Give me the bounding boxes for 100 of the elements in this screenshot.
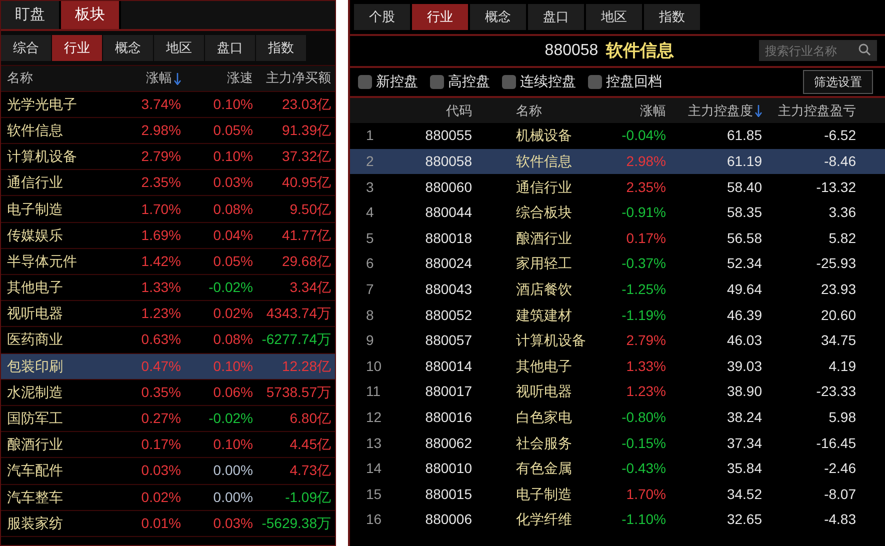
sector-code: 880058 — [544, 40, 598, 60]
sector-name: 电子制造 — [515, 484, 573, 504]
checkbox-label[interactable]: 控盘回档 — [606, 71, 662, 92]
change-value: -0.04% — [620, 126, 666, 146]
checkbox[interactable] — [430, 74, 444, 88]
sector-name: 视听电器 — [515, 382, 573, 402]
category-tab[interactable]: 综合 — [1, 35, 51, 60]
control-profit: -4.83 — [823, 510, 856, 530]
change-value: 0.17% — [625, 228, 666, 248]
sector-name: 计算机设备 — [6, 147, 78, 166]
checkbox-label[interactable]: 新控盘 — [376, 71, 418, 92]
selected-row-highlight[interactable]: 2 880058 软件信息 2.98% 61.19 -8.46 — [350, 148, 885, 174]
control-profit: 34.75 — [820, 331, 856, 350]
control-profit: 5.98 — [828, 408, 856, 427]
change-value: 2.79% — [140, 147, 181, 166]
stock-code: 880058 — [424, 152, 472, 171]
control-degree: 58.40 — [726, 178, 762, 197]
panel-tab[interactable]: 板块 — [61, 1, 121, 29]
rank-number: 11 — [365, 382, 382, 402]
rank-number: 4 — [365, 203, 375, 222]
panel-tab[interactable]: 盯盘 — [1, 1, 61, 29]
change-value: 0.63% — [140, 330, 181, 350]
change-value: -1.25% — [620, 280, 666, 299]
speed-value: 0.04% — [212, 226, 253, 245]
change-value: -0.80% — [620, 408, 666, 427]
change-value: 0.47% — [140, 356, 181, 376]
checkbox[interactable] — [358, 74, 372, 88]
sector-name: 社会服务 — [515, 434, 573, 453]
checkbox[interactable] — [502, 74, 516, 88]
sort-down-icon — [755, 105, 762, 118]
category-tab[interactable]: 概念 — [103, 35, 153, 60]
search-field[interactable]: 搜索行业名称 — [759, 40, 877, 61]
net-buy-value: 40.95亿 — [280, 173, 332, 192]
category-tab[interactable]: 地区 — [154, 35, 204, 60]
sector-name: 服装家纺 — [6, 514, 64, 533]
speed-value: 0.02% — [212, 304, 253, 324]
column-header[interactable]: 主力控盘盈亏 — [762, 100, 856, 120]
speed-value: 0.05% — [212, 120, 253, 140]
rank-number: 14 — [365, 459, 383, 478]
stock-code: 880057 — [424, 331, 472, 350]
checkbox[interactable] — [588, 74, 602, 88]
column-header[interactable]: 代码 — [400, 100, 472, 120]
control-degree: 56.58 — [726, 228, 762, 248]
change-value: -0.15% — [620, 434, 666, 453]
control-degree: 39.03 — [726, 356, 762, 376]
speed-value: 0.08% — [212, 330, 253, 350]
checkbox-label[interactable]: 高控盘 — [448, 71, 490, 92]
control-degree: 35.84 — [726, 459, 762, 478]
sector-name: 酿酒行业 — [6, 435, 64, 454]
change-value: 2.35% — [140, 173, 181, 192]
column-header[interactable]: 名称 — [472, 100, 600, 120]
column-header[interactable]: 涨幅 — [113, 68, 181, 88]
change-value: 1.33% — [625, 356, 666, 376]
rank-number: 1 — [365, 126, 375, 146]
control-degree: 61.85 — [726, 126, 762, 146]
selected-row-highlight[interactable]: 包装印刷 0.47% 0.10% 12.28亿 — [1, 354, 335, 380]
column-header[interactable]: 涨幅 — [600, 100, 666, 120]
sector-title: 软件信息 — [606, 40, 674, 62]
column-header[interactable]: 涨速 — [181, 68, 253, 88]
stock-code: 880062 — [424, 434, 472, 453]
speed-value: 0.10% — [212, 94, 253, 114]
speed-value: 0.08% — [212, 200, 253, 219]
category-tab[interactable]: 地区 — [586, 4, 642, 30]
sector-name: 家用轻工 — [515, 254, 573, 274]
category-tab[interactable]: 指数 — [644, 4, 700, 30]
control-profit: 5.82 — [828, 228, 856, 248]
sector-name: 计算机设备 — [515, 331, 587, 350]
category-tab[interactable]: 个股 — [354, 4, 410, 30]
net-buy-value: 37.32亿 — [280, 147, 332, 166]
category-tab[interactable]: 行业 — [52, 35, 102, 60]
net-buy-value: 41.77亿 — [280, 226, 332, 245]
control-degree: 46.39 — [726, 306, 762, 325]
category-tab[interactable]: 指数 — [256, 35, 306, 60]
change-value: 1.23% — [140, 304, 181, 324]
category-tab[interactable]: 盘口 — [528, 4, 584, 30]
speed-value: 0.03% — [212, 173, 253, 192]
net-buy-value: 9.50亿 — [288, 200, 332, 219]
column-header[interactable]: 主力控盘度 — [666, 100, 762, 120]
control-profit: -6.52 — [823, 126, 856, 146]
stock-code: 880024 — [424, 254, 472, 274]
control-profit: 4.19 — [828, 356, 856, 376]
category-tab[interactable]: 概念 — [470, 4, 526, 30]
net-buy-value: 4343.74万 — [265, 304, 332, 324]
category-tab[interactable]: 行业 — [412, 4, 468, 30]
category-tab[interactable]: 盘口 — [205, 35, 255, 60]
sector-name: 包装印刷 — [6, 356, 64, 376]
control-degree: 34.52 — [726, 484, 762, 504]
sector-name: 传媒娱乐 — [6, 226, 64, 245]
change-value: 1.70% — [625, 484, 666, 504]
column-header[interactable]: 名称 — [1, 68, 113, 88]
sector-name: 其他电子 — [515, 356, 573, 376]
column-header[interactable]: 主力净买额 — [253, 68, 335, 88]
stock-code: 880010 — [424, 459, 472, 478]
control-profit: -8.07 — [823, 484, 856, 504]
filter-settings-button[interactable]: 筛选设置 — [803, 70, 873, 94]
change-value: 1.70% — [140, 200, 181, 219]
change-value: 2.35% — [625, 178, 666, 197]
net-buy-value: 4.73亿 — [288, 461, 332, 480]
checkbox-label[interactable]: 连续控盘 — [520, 71, 576, 92]
search-icon — [858, 42, 871, 56]
